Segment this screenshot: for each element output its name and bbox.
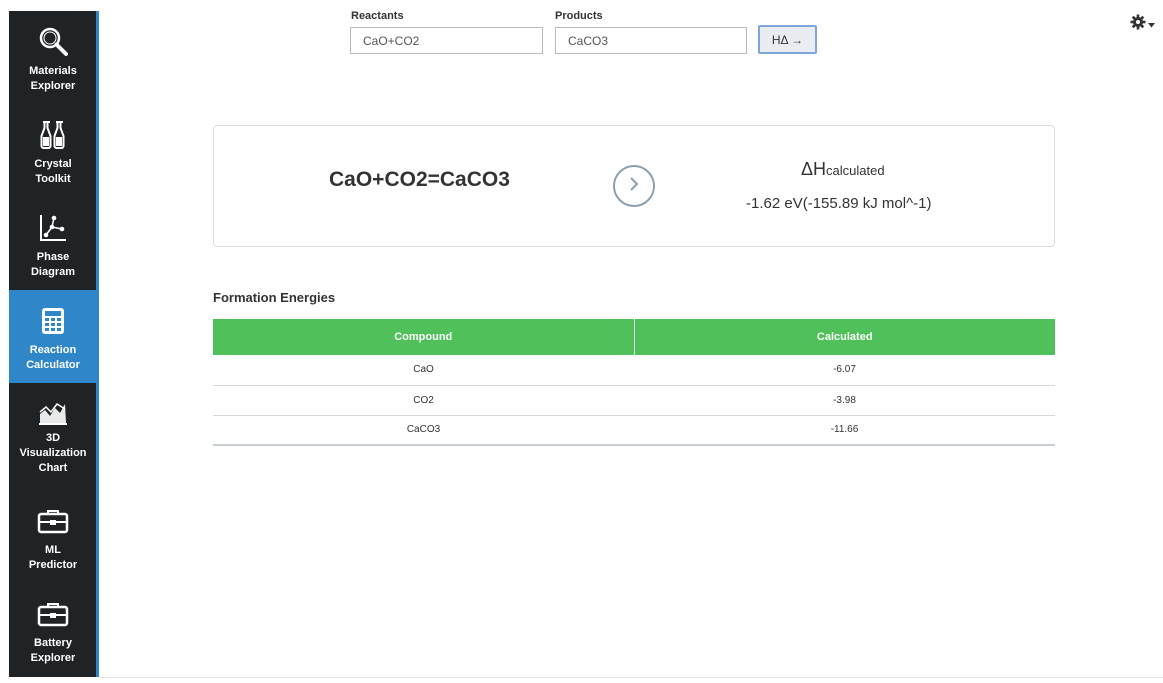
sidebar-item-label: Battery Explorer <box>30 637 76 664</box>
table-row: CO2 -3.98 <box>213 385 1055 416</box>
gear-icon <box>1130 14 1146 35</box>
flasks-icon <box>36 118 70 152</box>
enthalpy-title: ΔHcalculated <box>801 159 885 180</box>
sidebar-item-materials-explorer[interactable]: Materials Explorer <box>9 11 97 104</box>
next-arrow-button[interactable] <box>613 165 655 207</box>
formation-energies-title: Formation Energies <box>213 290 336 305</box>
phase-diagram-icon <box>36 211 70 245</box>
sidebar-edge <box>96 11 99 677</box>
sidebar: Materials Explorer Crystal Toolkit Phase… <box>9 11 97 677</box>
table-row: CaO -6.07 <box>213 355 1055 386</box>
calculator-icon <box>36 304 70 338</box>
sidebar-item-label: Materials Explorer <box>29 65 77 92</box>
toolbox-icon <box>36 597 70 631</box>
page-divider <box>99 677 1163 678</box>
column-header-compound: Compound <box>213 319 634 355</box>
sidebar-item-label: Crystal Toolkit <box>34 158 72 185</box>
products-input[interactable] <box>555 27 747 54</box>
calculate-button[interactable]: HΔ → <box>758 25 817 54</box>
reaction-result-card: CaO+CO2=CaCO3 ΔHcalculated -1.62 eV(-155… <box>213 125 1055 247</box>
caret-down-icon <box>1148 15 1155 33</box>
formation-energies-table: Compound Calculated CaO -6.07 CO2 -3.98 … <box>213 319 1055 446</box>
toolbox-icon <box>36 504 70 538</box>
products-label: Products <box>555 10 603 22</box>
enthalpy-value: -1.62 eV(-155.89 kJ mol^-1) <box>746 195 932 212</box>
compound-cell: CaCO3 <box>213 415 634 446</box>
sidebar-item-label: ML Predictor <box>28 544 78 571</box>
reactants-label: Reactants <box>351 10 404 22</box>
enthalpy-symbol: ΔH <box>801 159 827 179</box>
sidebar-item-ml-predictor[interactable]: ML Predictor <box>9 490 97 583</box>
magnifier-icon <box>36 25 70 59</box>
compound-cell: CaO <box>213 355 634 386</box>
sidebar-item-reaction-calculator[interactable]: Reaction Calculator <box>9 290 97 383</box>
sidebar-item-3d-visualization-chart[interactable]: 3D Visualization Chart <box>9 383 97 476</box>
sidebar-item-battery-explorer[interactable]: Battery Explorer <box>9 583 97 676</box>
column-header-calculated: Calculated <box>633 319 1055 355</box>
3d-chart-icon <box>36 397 70 426</box>
chevron-right-icon <box>627 176 641 197</box>
settings-menu[interactable] <box>1130 14 1158 34</box>
reactants-input[interactable] <box>350 27 543 54</box>
table-row: CaCO3 -11.66 <box>213 415 1055 446</box>
balanced-equation: CaO+CO2=CaCO3 <box>329 168 510 191</box>
energy-cell: -3.98 <box>634 385 1055 416</box>
compound-cell: CO2 <box>213 385 634 416</box>
sidebar-item-label: Reaction Calculator <box>26 344 80 371</box>
sidebar-item-label: Phase Diagram <box>30 251 76 278</box>
sidebar-item-phase-diagram[interactable]: Phase Diagram <box>9 197 97 290</box>
sidebar-item-label: 3D Visualization Chart <box>19 432 87 474</box>
sidebar-item-crystal-toolkit[interactable]: Crystal Toolkit <box>9 104 97 197</box>
enthalpy-subscript: calculated <box>826 163 885 178</box>
energy-cell: -6.07 <box>634 355 1055 386</box>
energy-cell: -11.66 <box>634 415 1055 446</box>
